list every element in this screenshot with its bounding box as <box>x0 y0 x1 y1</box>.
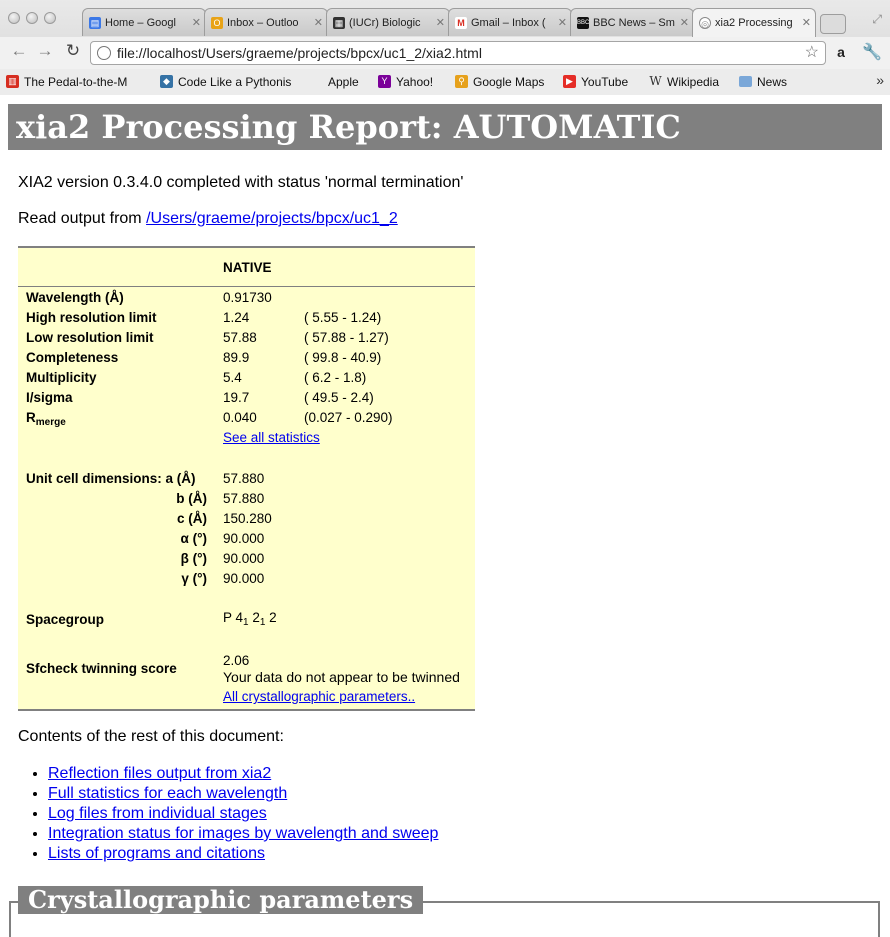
integration-status-link[interactable]: Integration status for images by wavelen… <box>48 825 438 842</box>
close-tab-icon[interactable]: ✕ <box>802 9 811 37</box>
status-line: XIA2 version 0.3.4.0 completed with stat… <box>18 174 464 191</box>
bookmark-yahoo[interactable]: Y Yahoo! <box>378 75 433 89</box>
tab-gmail[interactable]: M Gmail – Inbox ( ✕ <box>448 8 572 36</box>
page-content: xia2 Processing Report: AUTOMATIC XIA2 v… <box>0 96 890 937</box>
bookmark-apple[interactable]: Apple <box>310 75 359 89</box>
close-window-button[interactable] <box>8 12 20 24</box>
bookmark-pedal[interactable]: ▥ The Pedal-to-the-M <box>6 75 144 89</box>
unit-cell-row: b (Å) 57.880 <box>176 491 265 506</box>
spacegroup-row: Spacegroup P 41 21 2 <box>26 610 277 628</box>
spacegroup-value: P 41 21 2 <box>223 610 277 628</box>
back-arrow-icon[interactable]: ← <box>8 41 30 61</box>
list-item: Lists of programs and citations <box>48 844 438 864</box>
close-tab-icon[interactable]: ✕ <box>314 9 323 36</box>
contents-list: Reflection files output from xia2 Full s… <box>48 764 438 864</box>
table-row: Multiplicity 5.4 ( 6.2 - 1.8) <box>26 370 367 385</box>
close-tab-icon[interactable]: ✕ <box>436 9 445 36</box>
header-divider <box>18 286 475 287</box>
unit-cell-row: Unit cell dimensions: a (Å) 57.880 <box>26 471 265 486</box>
pedal-icon: ▥ <box>6 75 19 88</box>
output-directory-link[interactable]: /Users/graeme/projects/bpcx/uc1_2 <box>146 210 398 227</box>
address-bar[interactable]: file://localhost/Users/graeme/projects/b… <box>90 41 826 65</box>
tab-google-docs[interactable]: ▤ Home – Googl ✕ <box>82 8 206 36</box>
fullscreen-icon[interactable]: ⤢ <box>872 12 882 27</box>
page-title: xia2 Processing Report: AUTOMATIC <box>8 104 882 150</box>
google-maps-icon: ⚲ <box>455 75 468 88</box>
unit-cell-row: β (°) 90.000 <box>180 551 265 566</box>
table-row: I/sigma 19.7 ( 49.5 - 2.4) <box>26 390 374 405</box>
tab-iucr[interactable]: ▦ (IUCr) Biologic ✕ <box>326 8 450 36</box>
bookmark-python[interactable]: ◆ Code Like a Pythonis <box>160 75 296 89</box>
zoom-window-button[interactable] <box>44 12 56 24</box>
forward-arrow-icon[interactable]: → <box>34 41 56 61</box>
apple-icon <box>310 75 323 88</box>
log-files-link[interactable]: Log files from individual stages <box>48 805 267 822</box>
tab-bbc-news[interactable]: BBC BBC News – Sm ✕ <box>570 8 694 36</box>
close-tab-icon[interactable]: ✕ <box>558 9 567 36</box>
gmail-icon: M <box>455 17 467 29</box>
new-tab-button[interactable] <box>820 14 846 34</box>
list-item: Reflection files output from xia2 <box>48 764 438 784</box>
youtube-icon: ▶ <box>563 75 576 88</box>
close-tab-icon[interactable]: ✕ <box>680 9 689 36</box>
bookmark-google-maps[interactable]: ⚲ Google Maps <box>455 75 544 89</box>
tab-strip: ▤ Home – Googl ✕ O Inbox – Outloo ✕ ▦ (I… <box>82 8 846 37</box>
minimize-window-button[interactable] <box>26 12 38 24</box>
python-icon: ◆ <box>160 75 173 88</box>
google-docs-icon: ▤ <box>89 17 101 29</box>
wikipedia-icon: W <box>649 74 662 88</box>
summary-table: NATIVE Wavelength (Å) 0.91730 High resol… <box>18 246 475 711</box>
browser-chrome: ▤ Home – Googl ✕ O Inbox – Outloo ✕ ▦ (I… <box>0 0 890 95</box>
table-row: See all statistics <box>18 428 475 448</box>
bookmark-wikipedia[interactable]: W Wikipedia <box>649 74 719 90</box>
unit-cell-row: c (Å) 150.280 <box>177 511 272 526</box>
more-bookmarks-icon[interactable]: » <box>876 72 884 88</box>
table-row: Rmerge 0.040 (0.027 - 0.290) <box>26 410 393 428</box>
globe-icon: ◎ <box>699 17 711 29</box>
outlook-icon: O <box>211 17 223 29</box>
table-row: Low resolution limit 57.88 ( 57.88 - 1.2… <box>26 330 389 345</box>
iucr-icon: ▦ <box>333 17 345 29</box>
url-text: file://localhost/Users/graeme/projects/b… <box>117 45 482 61</box>
unit-cell-row: γ (°) 90.000 <box>181 571 265 586</box>
read-output-line: Read output from /Users/graeme/projects/… <box>18 210 398 227</box>
close-tab-icon[interactable]: ✕ <box>192 9 201 36</box>
programs-citations-link[interactable]: Lists of programs and citations <box>48 845 265 862</box>
table-row: Wavelength (Å) 0.91730 <box>26 290 272 305</box>
list-item: Log files from individual stages <box>48 804 438 824</box>
bookmarks-bar: ▥ The Pedal-to-the-M ◆ Code Like a Pytho… <box>0 69 890 95</box>
yahoo-icon: Y <box>378 75 391 88</box>
twinning-values: All crystallographic parameters.. <box>18 687 475 707</box>
table-row: High resolution limit 1.24 ( 5.55 - 1.24… <box>26 310 382 325</box>
tab-outlook[interactable]: O Inbox – Outloo ✕ <box>204 8 328 36</box>
amazon-extension-icon[interactable]: a <box>832 43 850 61</box>
wrench-icon[interactable]: 🔧 <box>862 42 882 62</box>
bookmark-star-icon[interactable]: ☆ <box>805 42 819 64</box>
table-row: Completeness 89.9 ( 99.8 - 40.9) <box>26 350 382 365</box>
reload-icon[interactable]: ↻ <box>62 41 84 61</box>
list-item: Integration status for images by wavelen… <box>48 824 438 844</box>
bookmark-news-folder[interactable]: News <box>739 75 787 89</box>
section-title: Crystallographic parameters <box>18 886 424 914</box>
bookmark-youtube[interactable]: ▶ YouTube <box>563 75 628 89</box>
contents-intro: Contents of the rest of this document: <box>18 728 284 745</box>
navigation-toolbar: ← → ↻ file://localhost/Users/graeme/proj… <box>0 37 890 69</box>
bbc-icon: BBC <box>577 17 589 29</box>
twinning-values: Your data do not appear to be twinned <box>223 669 460 685</box>
page-info-icon[interactable] <box>97 46 111 60</box>
unit-cell-row: α (°) 90.000 <box>180 531 265 546</box>
window-controls <box>8 12 56 24</box>
dataset-header: NATIVE <box>223 260 272 275</box>
tab-xia2-report[interactable]: ◎ xia2 Processing ✕ <box>692 8 816 37</box>
list-item: Full statistics for each wavelength <box>48 784 438 804</box>
all-crystallographic-parameters-link[interactable]: All crystallographic parameters.. <box>223 687 415 707</box>
folder-icon <box>739 76 752 87</box>
full-statistics-link[interactable]: Full statistics for each wavelength <box>48 785 287 802</box>
reflection-files-link[interactable]: Reflection files output from xia2 <box>48 765 271 782</box>
see-all-statistics-link[interactable]: See all statistics <box>223 428 320 448</box>
